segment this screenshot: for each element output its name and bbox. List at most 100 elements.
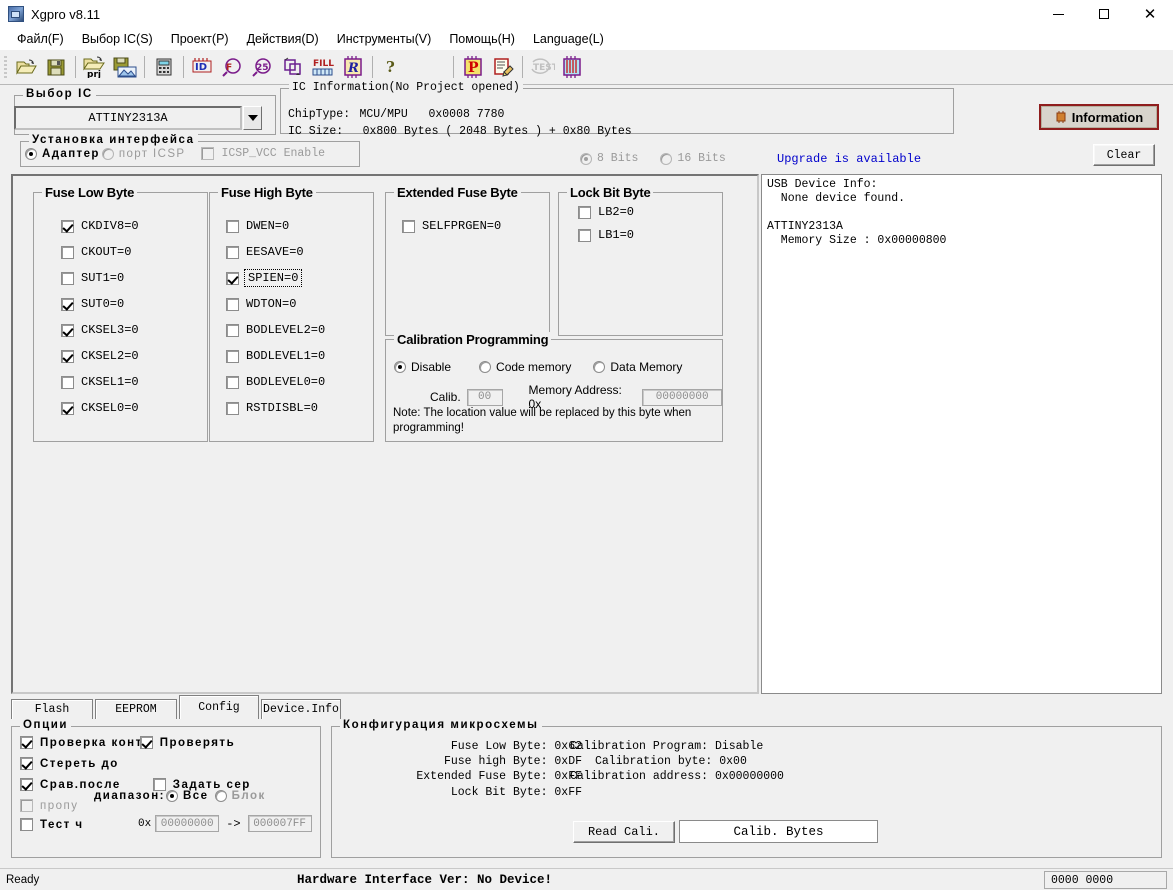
check-contact-checkbox[interactable]: Проверка конт (20, 736, 143, 749)
lock-bit-item[interactable]: LB2=0 (578, 205, 722, 219)
fuse-low-item[interactable]: CKSEL1=0 (61, 375, 207, 389)
chevron-down-icon[interactable] (243, 106, 262, 130)
fuse-low-item[interactable]: CKDIV8=0 (61, 219, 207, 233)
minimize-button[interactable] (1035, 0, 1081, 28)
read-cali-button[interactable]: Read Cali. (573, 821, 675, 843)
adapter-radio[interactable]: Адаптер (25, 148, 100, 160)
fuse-high-item[interactable]: SPIEN=0 (226, 271, 373, 285)
fuse-high-item[interactable]: BODLEVEL1=0 (226, 349, 373, 363)
fuse-low-byte-group: Fuse Low Byte CKDIV8=0 CKOUT=0 SUT1=0 SU… (33, 192, 208, 442)
calibration-code-memory-label: Code memory (496, 360, 571, 374)
fuse-high-item-label: WDTON=0 (246, 297, 296, 311)
radio-indicator (215, 790, 227, 802)
range-block-radio[interactable]: Блок (215, 790, 266, 802)
r-chip-icon[interactable]: R (338, 53, 368, 81)
fuse-low-item[interactable]: CKSEL2=0 (61, 349, 207, 363)
menu-select-ic[interactable]: Выбор IC(S) (73, 30, 162, 48)
tab-eeprom[interactable]: EEPROM (95, 699, 177, 719)
svg-text:25: 25 (256, 63, 269, 73)
calib-bytes-field[interactable]: Calib. Bytes (679, 820, 878, 843)
lock-bit-item[interactable]: LB1=0 (578, 228, 722, 242)
menu-file[interactable]: Файл(F) (8, 30, 73, 48)
checkbox-indicator (578, 206, 591, 219)
maximize-button[interactable] (1081, 0, 1127, 28)
menu-project[interactable]: Проект(P) (162, 30, 238, 48)
tab-config[interactable]: Config (179, 695, 259, 719)
log-output-pane[interactable]: USB Device Info: None device found. ATTI… (761, 174, 1162, 694)
calibration-address-value: 0x00000000 (715, 770, 784, 783)
checkbox-indicator (61, 350, 74, 363)
radio-indicator (580, 153, 592, 165)
checkbox-indicator (578, 229, 591, 242)
test-label: Тест ч (40, 819, 84, 831)
open-project-icon[interactable]: prj (80, 53, 110, 81)
bits-8-radio[interactable]: 8 Bits (580, 152, 638, 165)
config-row: Lock Bit Byte: 0xFF (372, 785, 582, 800)
interface-setup-group-title: Установка интерфейса (29, 134, 198, 146)
fuse-low-item[interactable]: CKSEL3=0 (61, 323, 207, 337)
copy-block-icon[interactable] (278, 53, 308, 81)
menu-actions[interactable]: Действия(D) (238, 30, 328, 48)
fuse-high-item[interactable]: RSTDISBL=0 (226, 401, 373, 415)
verify-checkbox[interactable]: Проверять (140, 736, 235, 749)
test-checkbox[interactable]: Тест ч (20, 818, 84, 831)
memory-address-input[interactable]: 00000000 (642, 389, 722, 406)
information-button[interactable]: Information (1039, 104, 1159, 130)
upgrade-notice[interactable]: Upgrade is available (777, 152, 921, 166)
fuse-high-item[interactable]: BODLEVEL2=0 (226, 323, 373, 337)
find-25-icon[interactable]: 25 (248, 53, 278, 81)
fuse-high-item-label: SPIEN=0 (246, 271, 300, 285)
erase-before-checkbox[interactable]: Стереть до (20, 757, 119, 770)
bits-16-radio[interactable]: 16 Bits (660, 152, 725, 165)
calibration-programming-title: Calibration Programming (394, 332, 551, 347)
tab-flash[interactable]: Flash (11, 699, 93, 719)
edit-buffer-icon[interactable] (488, 53, 518, 81)
status-hardware-text: Hardware Interface Ver: No Device! (297, 873, 552, 887)
id-code-icon[interactable]: ID (188, 53, 218, 81)
test-icon[interactable]: TEST (527, 53, 557, 81)
information-button-label: Information (1072, 110, 1144, 125)
program-chip-icon[interactable]: P (458, 53, 488, 81)
icsp-port-radio[interactable]: порт ICSP (102, 148, 186, 160)
checkbox-indicator (61, 246, 74, 259)
close-button[interactable]: ✕ (1127, 0, 1173, 28)
icsp-vcc-checkbox[interactable]: ICSP_VCC Enable (201, 147, 325, 160)
ic-select-input[interactable]: ATTINY2313A (14, 106, 242, 130)
skip-checkbox[interactable]: пропу (20, 799, 79, 812)
pin-detect-icon[interactable] (557, 53, 587, 81)
fuse-low-item[interactable]: SUT1=0 (61, 271, 207, 285)
range-all-radio[interactable]: Все (166, 790, 209, 802)
toolbar-grip[interactable] (4, 56, 7, 78)
menu-language[interactable]: Language(L) (524, 30, 613, 48)
menu-tools[interactable]: Инструменты(V) (328, 30, 441, 48)
fuse-low-item[interactable]: SUT0=0 (61, 297, 207, 311)
svg-text:P: P (468, 60, 479, 76)
save-project-icon[interactable] (110, 53, 140, 81)
fuse-low-item[interactable]: CKOUT=0 (61, 245, 207, 259)
calib-value-input[interactable]: 00 (467, 389, 503, 406)
open-file-icon[interactable] (11, 53, 41, 81)
fuse-low-item[interactable]: CKSEL0=0 (61, 401, 207, 415)
address-to-input[interactable]: 000007FF (248, 815, 312, 832)
fuse-high-item[interactable]: BODLEVEL0=0 (226, 375, 373, 389)
checkbox-indicator (20, 818, 33, 831)
fuse-high-item[interactable]: EESAVE=0 (226, 245, 373, 259)
save-file-icon[interactable] (41, 53, 71, 81)
help-icon[interactable]: ? (377, 53, 407, 81)
find-icon[interactable]: F (218, 53, 248, 81)
calculator-icon[interactable] (149, 53, 179, 81)
fill-icon[interactable]: FILL (308, 53, 338, 81)
tab-device-info[interactable]: Device.Info (261, 699, 341, 719)
clear-button[interactable]: Clear (1093, 144, 1155, 166)
main-content-area: Fuse Low Byte CKDIV8=0 CKOUT=0 SUT1=0 SU… (11, 174, 1162, 694)
address-from-input[interactable]: 00000000 (155, 815, 219, 832)
extended-fuse-byte-label: Extended Fuse Byte: (416, 770, 547, 783)
fuse-low-item-label: SUT1=0 (81, 271, 124, 285)
fuse-high-item[interactable]: DWEN=0 (226, 219, 373, 233)
extended-fuse-item[interactable]: SELFPRGEN=0 (402, 219, 549, 233)
fuse-high-item[interactable]: WDTON=0 (226, 297, 373, 311)
calibration-disable-radio[interactable]: Disable (394, 360, 451, 374)
calibration-data-memory-radio[interactable]: Data Memory (593, 360, 682, 374)
menu-help[interactable]: Помощь(H) (440, 30, 524, 48)
calibration-code-memory-radio[interactable]: Code memory (479, 360, 571, 374)
